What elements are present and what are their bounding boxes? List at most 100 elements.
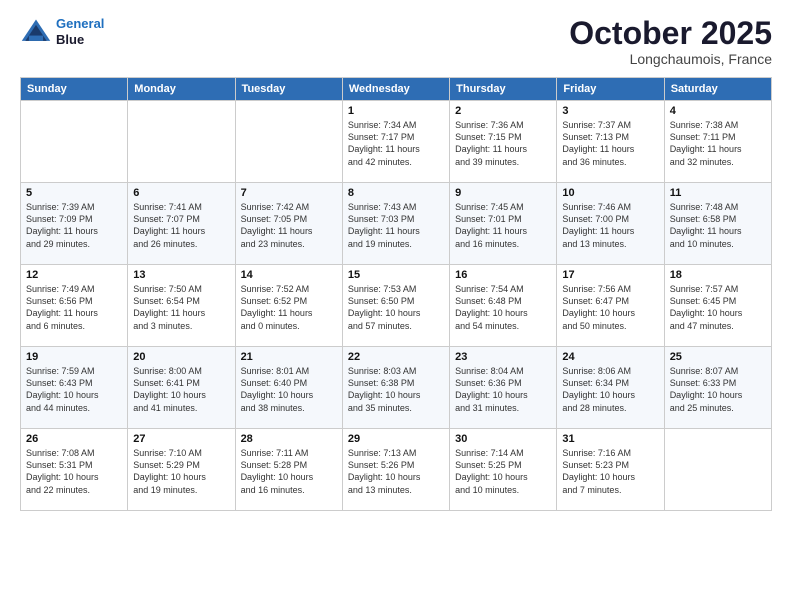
weekday-header-tuesday: Tuesday [235,78,342,101]
day-info: Sunrise: 7:46 AM Sunset: 7:00 PM Dayligh… [562,201,658,250]
day-number: 19 [26,351,122,363]
day-info: Sunrise: 8:03 AM Sunset: 6:38 PM Dayligh… [348,365,444,414]
day-number: 28 [241,433,337,445]
day-info: Sunrise: 7:50 AM Sunset: 6:54 PM Dayligh… [133,283,229,332]
week-row-1: 1Sunrise: 7:34 AM Sunset: 7:17 PM Daylig… [21,101,772,183]
calendar-cell: 23Sunrise: 8:04 AM Sunset: 6:36 PM Dayli… [450,347,557,429]
calendar-cell: 5 Sunrise: 7:39 AM Sunset: 7:09 PM Daylig… [21,183,128,265]
calendar-cell: 4Sunrise: 7:38 AM Sunset: 7:11 PM Daylig… [664,101,771,183]
calendar-cell: 24 Sunrise: 8:06 AM Sunset: 6:34 PM Dayli… [557,347,664,429]
day-number: 22 [348,351,444,363]
day-info: Sunrise: 7:48 AM Sunset: 6:58 PM Dayligh… [670,201,766,250]
calendar-cell [21,101,128,183]
day-number: 7 [241,187,337,199]
calendar-cell: 31 Sunrise: 7:16 AM Sunset: 5:23 PM Dayli… [557,429,664,511]
calendar-cell: 2Sunrise: 7:36 AM Sunset: 7:15 PM Daylig… [450,101,557,183]
logo-blue-text: Blue [56,32,104,48]
day-number: 13 [133,269,229,281]
day-info: Sunrise: 7:49 AM Sunset: 6:56 PM Dayligh… [26,283,122,332]
day-number: 16 [455,269,551,281]
calendar-cell: 26 Sunrise: 7:08 AM Sunset: 5:31 PM Dayli… [21,429,128,511]
day-info: Sunrise: 7:56 AM Sunset: 6:47 PM Dayligh… [562,283,658,332]
calendar-cell: 20 Sunrise: 8:00 AM Sunset: 6:41 PM Dayli… [128,347,235,429]
calendar-table: SundayMondayTuesdayWednesdayThursdayFrid… [20,77,772,511]
calendar-cell [664,429,771,511]
calendar-cell: 25 Sunrise: 8:07 AM Sunset: 6:33 PM Dayli… [664,347,771,429]
day-info: Sunrise: 7:42 AM Sunset: 7:05 PM Dayligh… [241,201,337,250]
header: General Blue October 2025 Longchaumois, … [20,16,772,67]
day-info: Sunrise: 7:13 AM Sunset: 5:26 PM Dayligh… [348,447,444,496]
calendar-cell: 3Sunrise: 7:37 AM Sunset: 7:13 PM Daylig… [557,101,664,183]
weekday-header-row: SundayMondayTuesdayWednesdayThursdayFrid… [21,78,772,101]
day-number: 25 [670,351,766,363]
day-number: 8 [348,187,444,199]
day-info: Sunrise: 7:10 AM Sunset: 5:29 PM Dayligh… [133,447,229,496]
title-block: October 2025 Longchaumois, France [569,16,772,67]
calendar-cell: 29 Sunrise: 7:13 AM Sunset: 5:26 PM Dayli… [342,429,449,511]
day-info: Sunrise: 7:39 AM Sunset: 7:09 PM Dayligh… [26,201,122,250]
weekday-header-friday: Friday [557,78,664,101]
calendar-cell: 30 Sunrise: 7:14 AM Sunset: 5:25 PM Dayli… [450,429,557,511]
calendar-cell: 6Sunrise: 7:41 AM Sunset: 7:07 PM Daylig… [128,183,235,265]
day-info: Sunrise: 7:53 AM Sunset: 6:50 PM Dayligh… [348,283,444,332]
day-info: Sunrise: 7:52 AM Sunset: 6:52 PM Dayligh… [241,283,337,332]
day-number: 31 [562,433,658,445]
day-info: Sunrise: 7:14 AM Sunset: 5:25 PM Dayligh… [455,447,551,496]
calendar-cell [128,101,235,183]
calendar-cell: 7 Sunrise: 7:42 AM Sunset: 7:05 PM Daylig… [235,183,342,265]
page: General Blue October 2025 Longchaumois, … [0,0,792,612]
day-number: 1 [348,105,444,117]
day-info: Sunrise: 8:06 AM Sunset: 6:34 PM Dayligh… [562,365,658,414]
week-row-2: 5 Sunrise: 7:39 AM Sunset: 7:09 PM Daylig… [21,183,772,265]
day-info: Sunrise: 7:16 AM Sunset: 5:23 PM Dayligh… [562,447,658,496]
calendar-cell: 11 Sunrise: 7:48 AM Sunset: 6:58 PM Dayli… [664,183,771,265]
day-info: Sunrise: 7:08 AM Sunset: 5:31 PM Dayligh… [26,447,122,496]
day-number: 18 [670,269,766,281]
day-number: 30 [455,433,551,445]
day-number: 15 [348,269,444,281]
day-number: 2 [455,105,551,117]
logo-icon [20,16,52,48]
location-title: Longchaumois, France [569,51,772,67]
weekday-header-saturday: Saturday [664,78,771,101]
calendar-cell: 27 Sunrise: 7:10 AM Sunset: 5:29 PM Dayli… [128,429,235,511]
day-info: Sunrise: 8:00 AM Sunset: 6:41 PM Dayligh… [133,365,229,414]
calendar-cell: 19 Sunrise: 7:59 AM Sunset: 6:43 PM Dayli… [21,347,128,429]
month-title: October 2025 [569,16,772,51]
day-info: Sunrise: 7:41 AM Sunset: 7:07 PM Dayligh… [133,201,229,250]
calendar-cell: 1Sunrise: 7:34 AM Sunset: 7:17 PM Daylig… [342,101,449,183]
day-number: 5 [26,187,122,199]
weekday-header-sunday: Sunday [21,78,128,101]
calendar-cell: 15 Sunrise: 7:53 AM Sunset: 6:50 PM Dayli… [342,265,449,347]
day-info: Sunrise: 7:59 AM Sunset: 6:43 PM Dayligh… [26,365,122,414]
day-number: 20 [133,351,229,363]
weekday-header-thursday: Thursday [450,78,557,101]
day-info: Sunrise: 7:54 AM Sunset: 6:48 PM Dayligh… [455,283,551,332]
calendar-cell: 18 Sunrise: 7:57 AM Sunset: 6:45 PM Dayli… [664,265,771,347]
day-number: 27 [133,433,229,445]
day-info: Sunrise: 7:57 AM Sunset: 6:45 PM Dayligh… [670,283,766,332]
calendar-cell: 17 Sunrise: 7:56 AM Sunset: 6:47 PM Dayli… [557,265,664,347]
calendar-cell: 16 Sunrise: 7:54 AM Sunset: 6:48 PM Dayli… [450,265,557,347]
week-row-4: 19 Sunrise: 7:59 AM Sunset: 6:43 PM Dayli… [21,347,772,429]
day-number: 29 [348,433,444,445]
calendar-cell: 9Sunrise: 7:45 AM Sunset: 7:01 PM Daylig… [450,183,557,265]
weekday-header-wednesday: Wednesday [342,78,449,101]
day-number: 26 [26,433,122,445]
day-number: 17 [562,269,658,281]
calendar-cell: 21 Sunrise: 8:01 AM Sunset: 6:40 PM Dayli… [235,347,342,429]
day-info: Sunrise: 8:07 AM Sunset: 6:33 PM Dayligh… [670,365,766,414]
day-number: 12 [26,269,122,281]
week-row-5: 26 Sunrise: 7:08 AM Sunset: 5:31 PM Dayli… [21,429,772,511]
day-info: Sunrise: 7:45 AM Sunset: 7:01 PM Dayligh… [455,201,551,250]
day-number: 3 [562,105,658,117]
week-row-3: 12 Sunrise: 7:49 AM Sunset: 6:56 PM Dayli… [21,265,772,347]
day-info: Sunrise: 8:01 AM Sunset: 6:40 PM Dayligh… [241,365,337,414]
day-number: 21 [241,351,337,363]
day-info: Sunrise: 7:43 AM Sunset: 7:03 PM Dayligh… [348,201,444,250]
day-number: 10 [562,187,658,199]
logo-text: General Blue [56,16,104,47]
day-number: 14 [241,269,337,281]
day-number: 24 [562,351,658,363]
day-number: 11 [670,187,766,199]
